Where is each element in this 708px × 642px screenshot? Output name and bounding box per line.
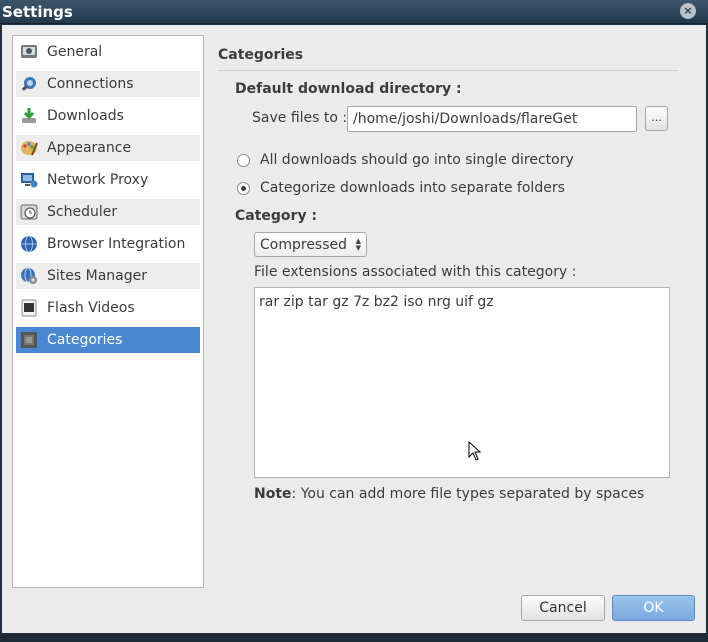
radio-categorize[interactable]: Categorize downloads into separate folde… (237, 180, 565, 196)
sidebar-item-label: Appearance (47, 140, 132, 156)
radio-single-directory[interactable]: All downloads should go into single dire… (237, 152, 574, 168)
sidebar-item-label: General (47, 44, 103, 60)
note-bold: Note (254, 486, 292, 502)
settings-sidebar: General Connections Downloads Appearance (12, 35, 204, 588)
sidebar-item-label: Flash Videos (47, 300, 135, 316)
mouse-pointer-icon (468, 440, 482, 465)
cancel-button[interactable]: Cancel (521, 595, 605, 621)
settings-window: Settings × General Connections Downloads… (0, 0, 708, 642)
sidebar-item-sites-manager[interactable]: Sites Manager (16, 263, 200, 289)
sidebar-item-label: Browser Integration (47, 236, 186, 252)
extensions-textarea[interactable]: rar zip tar gz 7z bz2 iso nrg uif gz (254, 287, 670, 478)
sidebar-item-label: Network Proxy (47, 172, 149, 188)
close-icon[interactable]: × (680, 3, 696, 19)
radio-button-checked[interactable] (237, 181, 250, 195)
general-icon (19, 42, 39, 62)
downloads-icon (19, 106, 39, 126)
section-divider (218, 70, 678, 71)
sidebar-item-label: Connections (47, 76, 134, 92)
sidebar-item-categories[interactable]: Categories (16, 327, 200, 353)
radio-label: Categorize downloads into separate folde… (260, 180, 565, 196)
extensions-label: File extensions associated with this cat… (254, 264, 577, 280)
note-body: : You can add more file types separated … (291, 486, 645, 502)
category-select[interactable]: Compressed ▲ ▼ (254, 232, 367, 257)
sidebar-item-appearance[interactable]: Appearance (16, 135, 200, 161)
sidebar-item-browser-integration[interactable]: Browser Integration (16, 231, 200, 257)
radio-label: All downloads should go into single dire… (260, 152, 574, 168)
sidebar-item-scheduler[interactable]: Scheduler (16, 199, 200, 225)
categories-icon (19, 330, 39, 350)
ok-button[interactable]: OK (612, 595, 695, 621)
network-proxy-icon (19, 170, 39, 190)
section-title: Categories (218, 47, 304, 63)
sidebar-item-downloads[interactable]: Downloads (16, 103, 200, 129)
category-heading: Category : (235, 208, 318, 224)
scheduler-icon (19, 202, 39, 222)
default-dir-heading: Default download directory : (235, 81, 462, 97)
sidebar-item-connections[interactable]: Connections (16, 71, 200, 97)
sidebar-item-label: Categories (47, 332, 123, 348)
sidebar-item-label: Sites Manager (47, 268, 147, 284)
radio-button[interactable] (237, 153, 250, 167)
save-path-field[interactable] (347, 106, 637, 132)
browse-button[interactable]: ... (645, 106, 668, 131)
sidebar-item-label: Downloads (47, 108, 124, 124)
connections-icon (19, 74, 39, 94)
sidebar-item-flash-videos[interactable]: Flash Videos (16, 295, 200, 321)
bottom-frame (0, 633, 708, 642)
window-title: Settings (2, 3, 73, 21)
note-text: Note: You can add more file types separa… (254, 486, 644, 502)
appearance-icon (19, 138, 39, 158)
sidebar-item-network-proxy[interactable]: Network Proxy (16, 167, 200, 193)
category-select-value: Compressed (260, 236, 348, 253)
sites-manager-icon (19, 266, 39, 286)
updown-arrows-icon: ▲ ▼ (355, 237, 361, 252)
browser-integration-icon (19, 234, 39, 254)
sidebar-item-label: Scheduler (47, 204, 118, 220)
flash-videos-icon (19, 298, 39, 318)
dialog-body: General Connections Downloads Appearance (2, 25, 706, 633)
title-bar: Settings × (0, 0, 708, 24)
save-files-label: Save files to : (252, 110, 348, 126)
sidebar-item-general[interactable]: General (16, 39, 200, 65)
